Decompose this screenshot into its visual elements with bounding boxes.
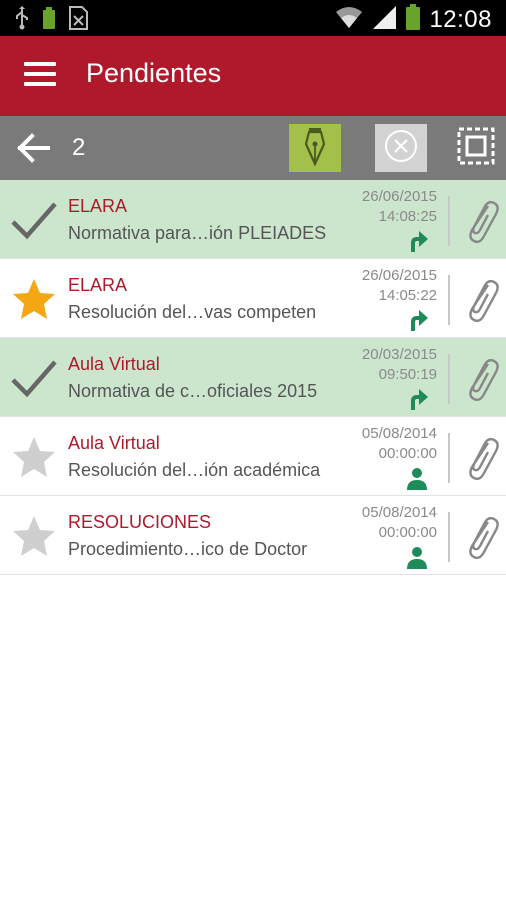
- back-arrow-icon[interactable]: [14, 128, 54, 168]
- item-subject: Normativa para…ión PLEIADES: [68, 223, 327, 243]
- divider: [448, 196, 450, 246]
- check-icon[interactable]: [8, 354, 60, 402]
- item-sender: RESOLUCIONES: [68, 512, 212, 532]
- item-sender: Aula Virtual: [68, 433, 160, 453]
- battery-icon: [405, 3, 421, 36]
- paperclip-icon[interactable]: [458, 354, 502, 404]
- forward-arrow-icon: [404, 228, 430, 254]
- divider: [448, 512, 450, 562]
- status-system: 12:08: [335, 3, 492, 36]
- pending-list: ELARA Normativa para…ión PLEIADES 26/06/…: [0, 180, 506, 575]
- item-date: 05/08/2014: [361, 425, 437, 442]
- hamburger-menu-icon[interactable]: [24, 62, 56, 90]
- list-item[interactable]: Aula Virtual Normativa de c…oficiales 20…: [0, 338, 506, 417]
- item-subject: Resolución del…ión académica: [68, 460, 321, 480]
- item-date: 05/08/2014: [361, 504, 437, 521]
- app-bar: Pendientes: [0, 36, 506, 116]
- item-subject: Procedimiento…ico de Doctor: [68, 539, 308, 559]
- item-subject: Normativa de c…oficiales 2015: [68, 381, 318, 401]
- list-item[interactable]: ELARA Normativa para…ión PLEIADES 26/06/…: [0, 180, 506, 259]
- usb-icon: [14, 6, 30, 35]
- item-sender: ELARA: [68, 196, 128, 216]
- forward-arrow-icon: [404, 386, 430, 412]
- wifi-icon: [335, 4, 363, 35]
- sign-button[interactable]: [289, 124, 341, 172]
- item-date: 26/06/2015: [361, 188, 437, 205]
- person-icon: [404, 544, 430, 570]
- select-all-icon: [456, 126, 496, 171]
- sign-pen-icon: [300, 126, 330, 171]
- check-icon[interactable]: [8, 196, 60, 244]
- page-title: Pendientes: [86, 58, 222, 88]
- sim-blocked-icon: [68, 6, 90, 35]
- divider: [448, 433, 450, 483]
- signal-icon: [371, 4, 397, 35]
- item-time: 00:00:00: [378, 524, 437, 541]
- item-subject: Resolución del…vas competen: [68, 302, 317, 322]
- forward-arrow-icon: [404, 307, 430, 333]
- divider: [448, 354, 450, 404]
- item-sender: ELARA: [68, 275, 128, 295]
- item-time: 09:50:19: [378, 366, 437, 383]
- paperclip-icon[interactable]: [458, 433, 502, 483]
- selection-action-bar: 2: [0, 116, 506, 180]
- status-notifications: [14, 6, 90, 35]
- list-item[interactable]: Aula Virtual Resolución del…ión académic…: [0, 417, 506, 496]
- select-all-button[interactable]: [452, 124, 500, 172]
- paperclip-icon[interactable]: [458, 275, 502, 325]
- item-time: 14:05:22: [378, 287, 437, 304]
- item-date: 26/06/2015: [361, 267, 437, 284]
- item-sender: Aula Virtual: [68, 354, 160, 374]
- item-date: 20/03/2015: [361, 346, 437, 363]
- list-item[interactable]: ELARA Resolución del…vas competen 26/06/…: [0, 259, 506, 338]
- item-time: 00:00:00: [378, 445, 437, 462]
- paperclip-icon[interactable]: [458, 196, 502, 246]
- reject-circle-x-icon: [383, 128, 419, 169]
- paperclip-icon[interactable]: [458, 512, 502, 562]
- list-item[interactable]: RESOLUCIONES Procedimiento…ico de Doctor…: [0, 496, 506, 575]
- battery-small-icon: [42, 6, 56, 35]
- status-bar: 12:08: [0, 0, 506, 36]
- star-outline-icon[interactable]: [8, 433, 60, 481]
- star-outline-icon[interactable]: [8, 512, 60, 560]
- item-time: 14:08:25: [378, 208, 437, 225]
- divider: [448, 275, 450, 325]
- clock: 12:08: [429, 5, 492, 33]
- selected-count: 2: [72, 134, 86, 161]
- person-icon: [404, 465, 430, 491]
- star-icon[interactable]: [8, 275, 60, 323]
- reject-button[interactable]: [375, 124, 427, 172]
